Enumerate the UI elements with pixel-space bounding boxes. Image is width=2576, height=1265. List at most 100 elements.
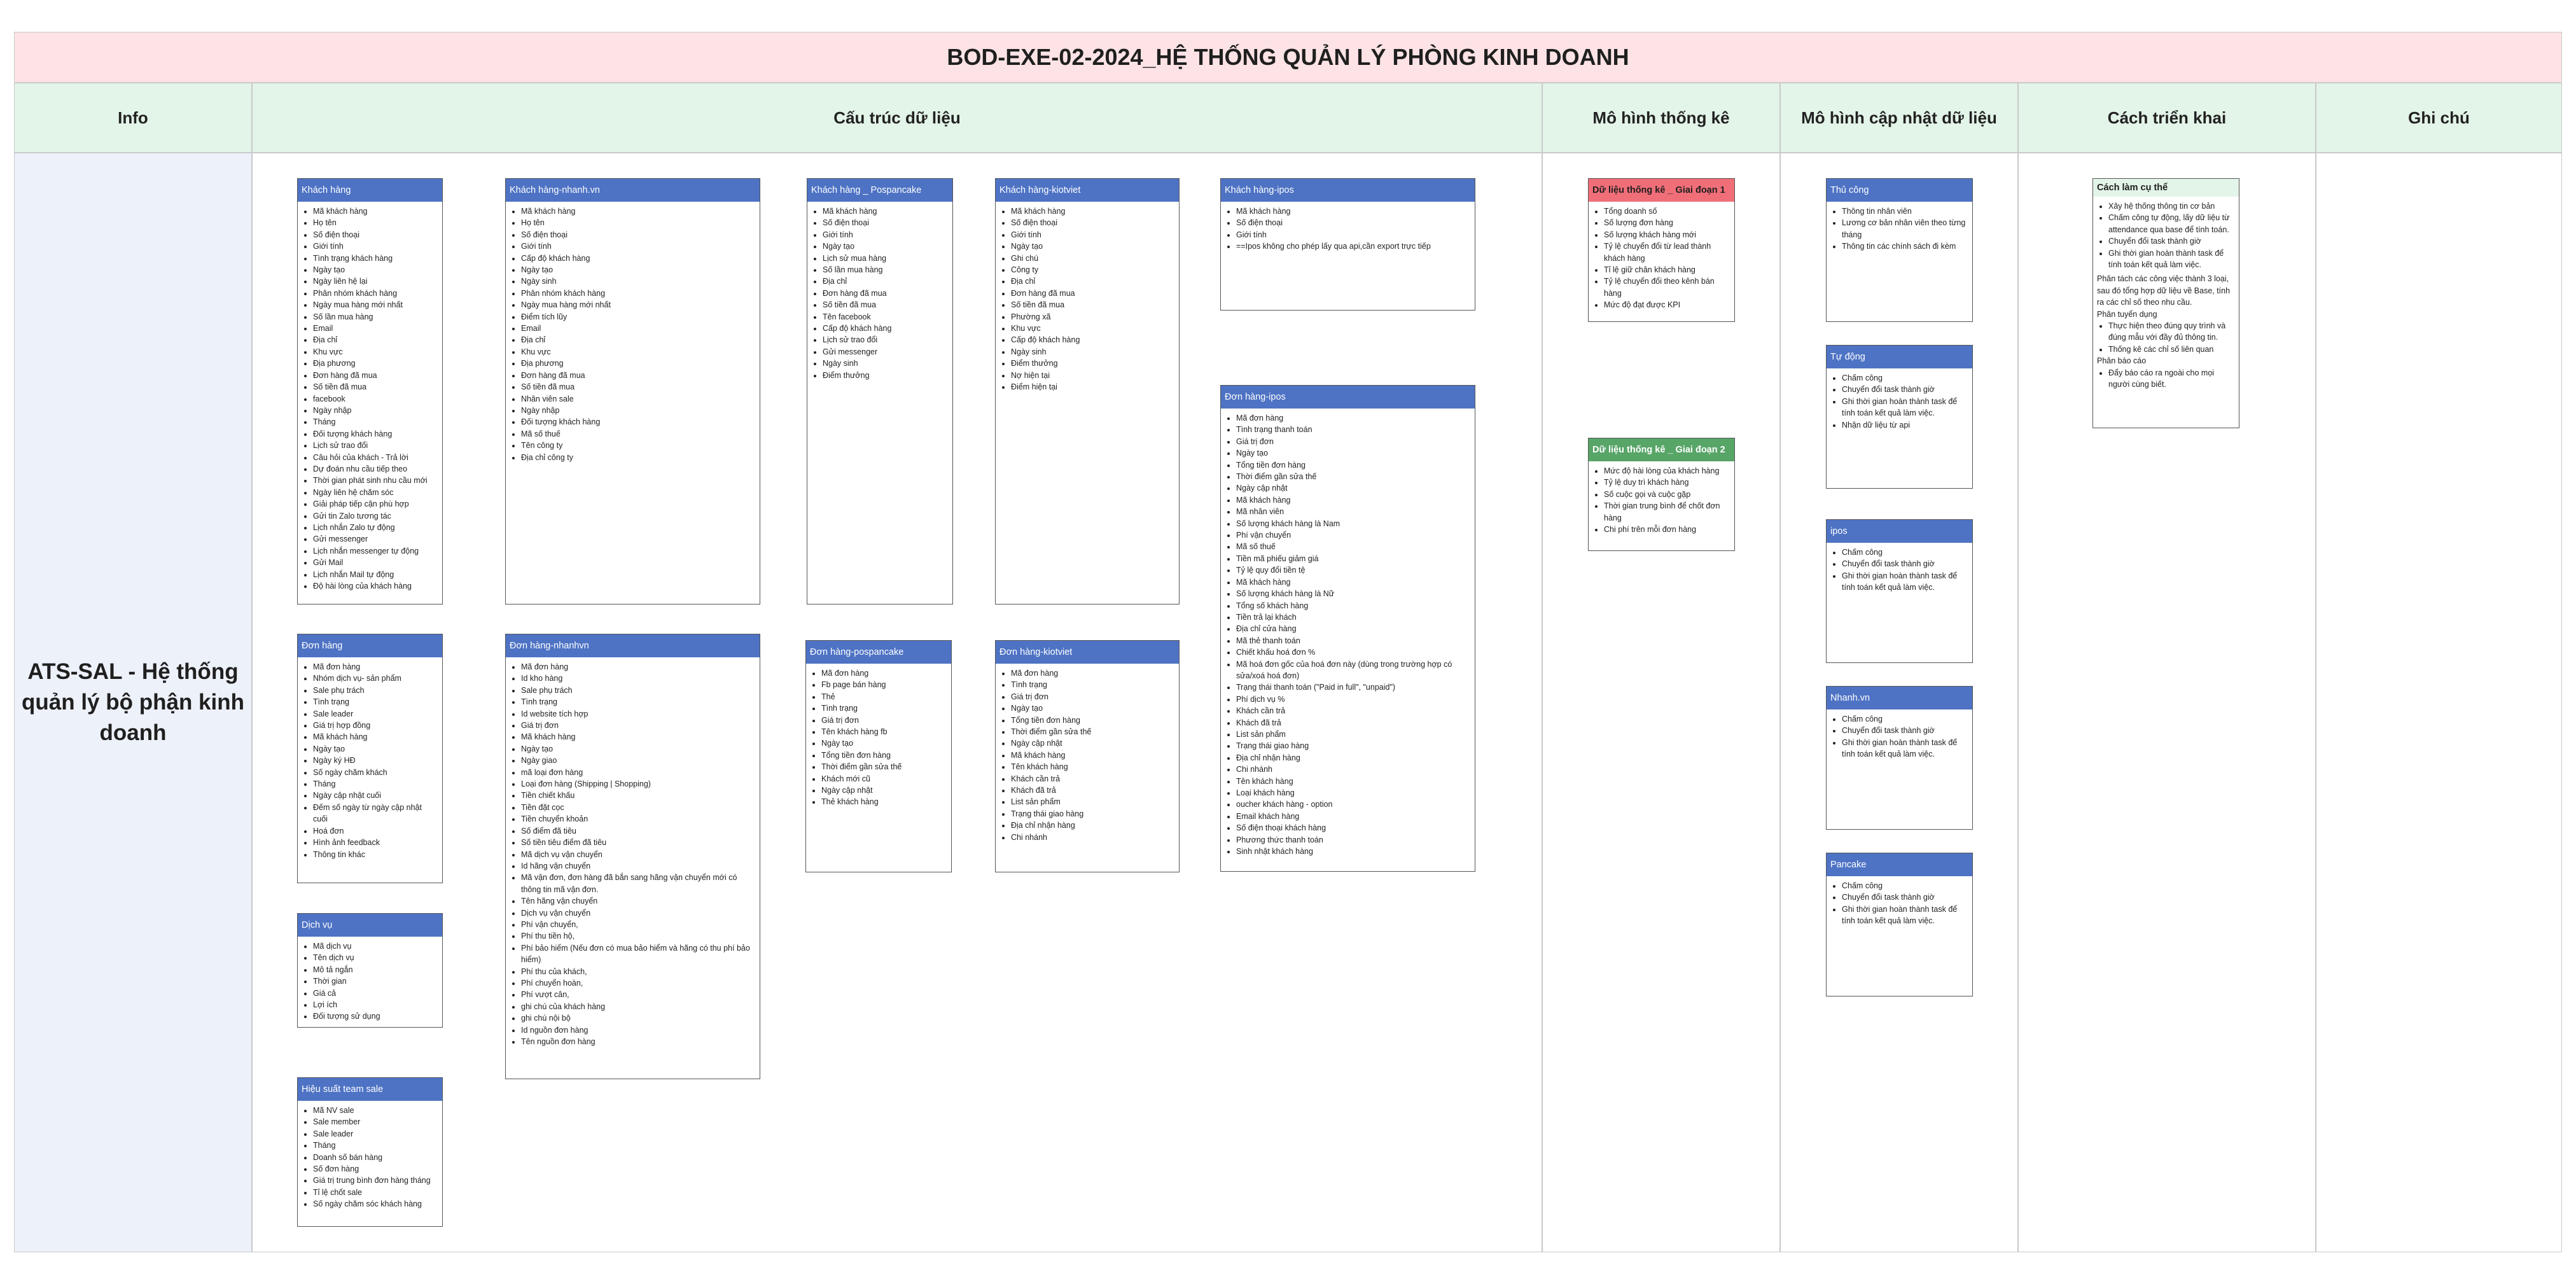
field-item: Giá cả — [313, 988, 438, 999]
field-item: Số cuộc gọi và cuộc gặp — [1604, 489, 1730, 500]
deployment-box: Cách làm cụ thể Xây hệ thống thông tin c… — [2092, 178, 2239, 428]
field-item: Doanh số bán hàng — [313, 1152, 438, 1163]
box-title: Đơn hàng-ipos — [1221, 386, 1475, 409]
field-item: Phân nhóm khách hàng — [521, 288, 756, 299]
field-item: Địa chỉ cửa hàng — [1236, 623, 1471, 634]
field-item: Tên khách hàng fb — [821, 726, 947, 737]
field-item: Tổng doanh số — [1604, 206, 1730, 217]
field-item: Lịch sử mua hàng — [823, 253, 949, 264]
field-item: Ghi thời gian hoàn thành task để tính to… — [1842, 396, 1968, 419]
field-item: Nhân viên sale — [521, 393, 756, 405]
field-item: Sale leader — [313, 708, 438, 720]
field-item: Công ty — [1011, 264, 1175, 276]
field-item: Giải pháp tiếp cận phù hợp — [313, 498, 438, 510]
field-item: Thông tin khác — [313, 849, 438, 860]
notes-column — [2316, 153, 2562, 1252]
field-item: Số điện thoại — [823, 217, 949, 228]
statistics-box: Dữ liệu thống kê _ Giai đoạn 2 Mức độ hài… — [1588, 438, 1735, 551]
field-item: Tên dịch vụ — [313, 952, 438, 963]
field-item: Id kho hàng — [521, 673, 756, 684]
field-item: Id website tích hợp — [521, 708, 756, 720]
field-item: Chuyển đổi task thành giờ — [1842, 725, 1968, 736]
field-item: Mã số thuế — [1236, 541, 1471, 552]
field-item: Thời gian trung bình để chốt đơn hàng — [1604, 500, 1730, 524]
field-item: Tỷ lệ quy đổi tiền tệ — [1236, 564, 1471, 576]
field-item: Gửi tin Zalo tương tác — [313, 510, 438, 522]
deployment-item: Thống kê các chỉ số liên quan — [2108, 344, 2235, 355]
field-list: Mã dịch vụTên dịch vụMô tả ngắnThời gian… — [298, 940, 442, 1023]
field-item: Chấm công — [1842, 547, 1968, 558]
update-box: ipos Chấm côngChuyển đổi task thành giờGh… — [1826, 519, 1973, 663]
box-title: Dịch vụ — [298, 914, 442, 937]
field-item: Số lượng khách hàng là Nam — [1236, 518, 1471, 529]
field-item: Tên công ty — [521, 440, 756, 451]
field-item: Thời điểm gần sửa thế — [821, 761, 947, 772]
field-item: Cấp độ khách hàng — [823, 323, 949, 334]
field-item: Tình trạng — [521, 696, 756, 708]
field-item: Lịch sử trao đổi — [823, 334, 949, 346]
info-column: ATS-SAL - Hệ thống quản lý bộ phận kinh … — [14, 153, 252, 1252]
field-item: facebook — [313, 393, 438, 405]
field-item: Ngày cập nhật — [1011, 737, 1175, 749]
field-item: Địa chỉ — [1011, 276, 1175, 287]
field-item: Tên nguồn đơn hàng — [521, 1036, 756, 1047]
field-item: Chuyển đổi task thành giờ — [1842, 384, 1968, 395]
field-item: Thông tin nhân viên — [1842, 206, 1968, 217]
field-item: Ngày tạo — [313, 264, 438, 276]
field-item: Giới tính — [1011, 229, 1175, 241]
field-item: Khách mới cũ — [821, 773, 947, 785]
field-item: Mã nhân viên — [1236, 506, 1471, 517]
field-item: Số lượng khách hàng là Nữ — [1236, 588, 1471, 599]
deployment-section: Phân báo cáo — [2097, 356, 2147, 366]
field-item: Tên hãng vận chuyển — [521, 895, 756, 907]
field-item: Đếm số ngày từ ngày cập nhật cuối — [313, 802, 438, 825]
field-item: Họ tên — [313, 217, 438, 228]
field-item: Câu hỏi của khách - Trả lời — [313, 452, 438, 463]
field-item: Lịch sử trao đổi — [313, 440, 438, 451]
field-item: Ngày tạo — [1011, 241, 1175, 252]
box-title: Khách hàng — [298, 179, 442, 202]
field-item: Mức độ hài lòng của khách hàng — [1604, 465, 1730, 477]
field-item: Tháng — [313, 416, 438, 428]
field-item: Mô tả ngắn — [313, 964, 438, 975]
field-item: Phân nhóm khách hàng — [313, 288, 438, 299]
header-statistics: Mô hình thống kê — [1542, 83, 1780, 153]
field-list: Thông tin nhân viênLương cơ bản nhân viê… — [1827, 206, 1972, 253]
field-item: Nhận dữ liệu từ api — [1842, 419, 1968, 431]
field-item: Mã đơn hàng — [821, 667, 947, 679]
field-item: Sale member — [313, 1116, 438, 1128]
field-list: Mã khách hàngSố điện thoạiGiới tínhNgày … — [996, 206, 1179, 393]
field-item: Mã vận đơn, đơn hàng đã bắn sang hãng vậ… — [521, 872, 756, 895]
deployment-item: Thực hiện theo đúng quy trình và đúng mẫ… — [2108, 320, 2235, 344]
field-item: Đơn hàng đã mua — [313, 370, 438, 381]
field-item: Tình trạng khách hàng — [313, 253, 438, 264]
field-item: List sản phẩm — [1236, 729, 1471, 740]
field-item: ghi chú của khách hàng — [521, 1001, 756, 1012]
field-item: Id hãng vận chuyển — [521, 860, 756, 872]
field-item: Ngày tạo — [1011, 702, 1175, 714]
page-title: BOD-EXE-02-2024_HỆ THỐNG QUẢN LÝ PHÒNG K… — [14, 32, 2562, 83]
header-deployment: Cách triển khai — [2018, 83, 2316, 153]
field-item: Tỷ lệ duy trì khách hàng — [1604, 477, 1730, 488]
field-item: Chi nhánh — [1236, 764, 1471, 775]
field-item: Hoá đơn — [313, 825, 438, 837]
field-item: Ngày tạo — [823, 241, 949, 252]
field-item: Mã khách hàng — [313, 206, 438, 217]
field-item: Mã dịch vụ vận chuyển — [521, 849, 756, 860]
field-item: Nhóm dịch vụ- sản phẩm — [313, 673, 438, 684]
field-item: Chuyển đổi task thành giờ — [1842, 558, 1968, 570]
field-item: Khách cần trả — [1011, 773, 1175, 785]
field-list: Chấm côngChuyển đổi task thành giờGhi th… — [1827, 713, 1972, 760]
field-list: Mã đơn hàngFb page bán hàngThẻTình trạng… — [806, 667, 951, 808]
field-item: Giới tính — [521, 241, 756, 252]
field-item: Địa chỉ — [823, 276, 949, 287]
field-item: Đơn hàng đã mua — [521, 370, 756, 381]
field-item: Địa chỉ công ty — [521, 452, 756, 463]
entity-box: Đơn hàng Mã đơn hàngNhóm dịch vụ- sản phẩ… — [297, 634, 443, 883]
field-item: Mã khách hàng — [313, 731, 438, 743]
box-title: Đơn hàng-nhanhvn — [506, 634, 760, 657]
field-item: Họ tên — [521, 217, 756, 228]
field-item: Giới tính — [823, 229, 949, 241]
entity-box: Dịch vụ Mã dịch vụTên dịch vụMô tả ngắnTh… — [297, 913, 443, 1028]
field-item: Ghi thời gian hoàn thành task để tính to… — [1842, 570, 1968, 594]
